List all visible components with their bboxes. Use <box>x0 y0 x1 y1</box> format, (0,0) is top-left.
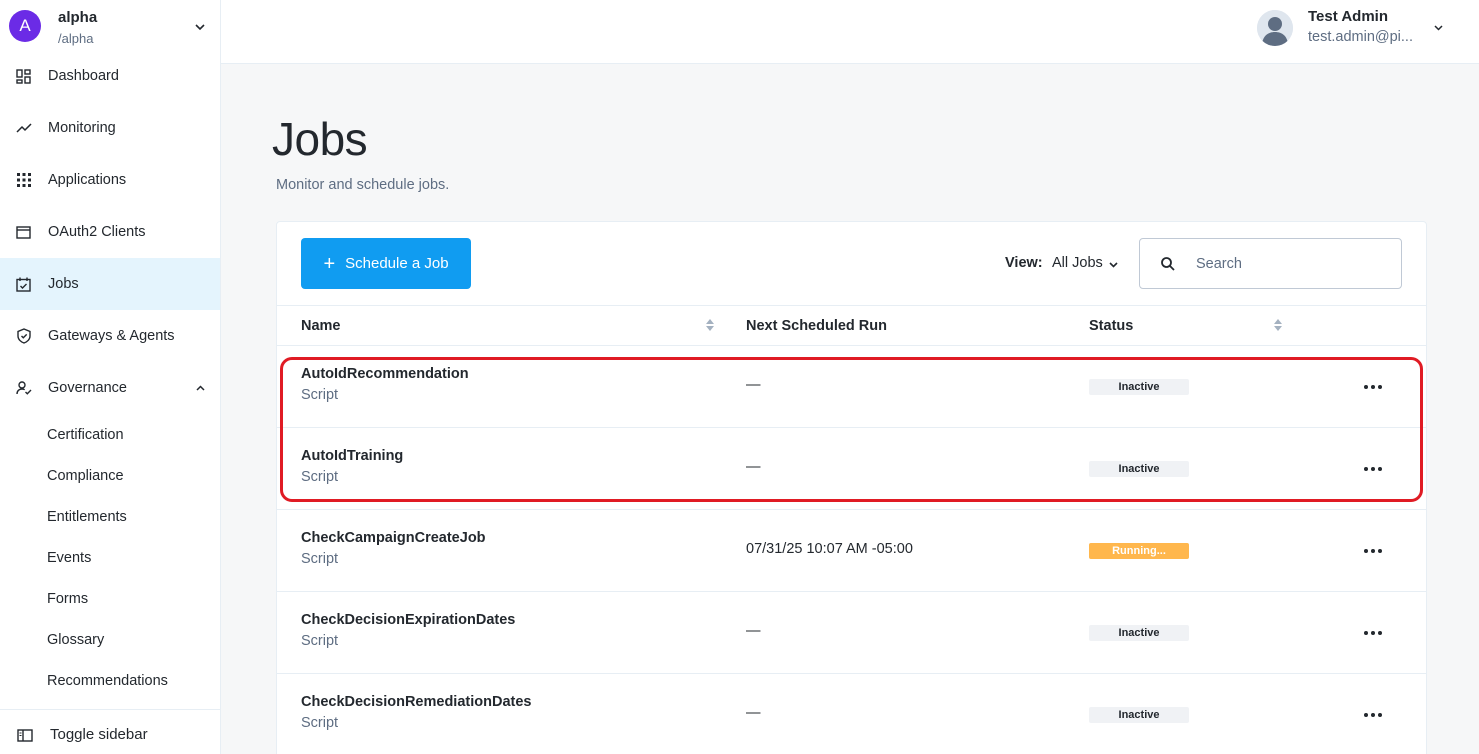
sidebar-item-label: OAuth2 Clients <box>48 224 146 240</box>
sort-icon[interactable] <box>1273 317 1283 333</box>
column-header-name[interactable]: Name <box>301 318 341 334</box>
job-name: CheckDecisionRemediationDates <box>301 694 532 710</box>
search-input[interactable] <box>1196 251 1386 277</box>
job-name: AutoIdRecommendation <box>301 366 469 382</box>
plus-icon: + <box>323 252 336 275</box>
schedule-job-label: Schedule a Job <box>345 255 449 272</box>
column-header-next-run: Next Scheduled Run <box>746 318 887 334</box>
sidebar-subitem-glossary[interactable]: Glossary <box>47 632 104 648</box>
sidebar-item-label: Jobs <box>48 276 79 292</box>
schedule-job-button[interactable]: + Schedule a Job <box>301 238 471 289</box>
status-badge: Inactive <box>1089 379 1189 395</box>
chevron-down-icon[interactable] <box>1432 21 1445 34</box>
chevron-down-icon[interactable] <box>1108 259 1119 270</box>
view-filter-label: View: <box>1005 255 1043 271</box>
sidebar: A alpha /alpha Dashboard Monitoring Appl… <box>0 0 221 754</box>
sidebar-panel-icon <box>16 727 33 744</box>
realm-path: /alpha <box>58 31 94 46</box>
more-actions-icon[interactable] <box>1363 377 1383 397</box>
table-row[interactable]: CheckDecisionExpirationDates Script — In… <box>277 592 1426 674</box>
more-actions-icon[interactable] <box>1363 623 1383 643</box>
chevron-up-icon <box>196 384 205 391</box>
realm-avatar: A <box>9 10 41 42</box>
next-scheduled-run: — <box>746 377 761 393</box>
user-name: Test Admin <box>1308 8 1389 25</box>
view-filter-dropdown[interactable]: All Jobs <box>1052 255 1103 271</box>
job-name: CheckDecisionExpirationDates <box>301 612 516 628</box>
page-subtitle: Monitor and schedule jobs. <box>276 177 450 193</box>
search-icon <box>1161 257 1175 271</box>
search-box[interactable] <box>1139 238 1402 289</box>
column-header-status[interactable]: Status <box>1089 318 1133 334</box>
job-name: CheckCampaignCreateJob <box>301 530 486 546</box>
status-badge: Inactive <box>1089 707 1189 723</box>
dashboard-icon <box>15 68 32 85</box>
job-type: Script <box>301 387 339 403</box>
next-scheduled-run: — <box>746 459 761 475</box>
sort-icon[interactable] <box>705 317 715 333</box>
sidebar-subitem-recommendations[interactable]: Recommendations <box>47 673 168 689</box>
sidebar-item-dashboard[interactable]: Dashboard <box>0 50 220 102</box>
sidebar-subitem-compliance[interactable]: Compliance <box>47 468 124 484</box>
status-badge: Inactive <box>1089 461 1189 477</box>
table-row[interactable]: CheckCampaignCreateJob Script 07/31/25 1… <box>277 510 1426 592</box>
user-avatar-icon <box>1257 10 1293 46</box>
table-row[interactable]: AutoIdRecommendation Script — Inactive <box>277 346 1426 428</box>
calendar-check-icon <box>15 276 32 293</box>
next-scheduled-run: — <box>746 705 761 721</box>
sidebar-item-jobs[interactable]: Jobs <box>0 258 220 310</box>
apps-grid-icon <box>15 172 32 189</box>
job-name: AutoIdTraining <box>301 448 404 464</box>
job-type: Script <box>301 633 339 649</box>
next-scheduled-run: 07/31/25 10:07 AM -05:00 <box>746 541 913 557</box>
next-scheduled-run: — <box>746 623 761 639</box>
chevron-down-icon <box>195 24 205 31</box>
more-actions-icon[interactable] <box>1363 705 1383 725</box>
sidebar-item-monitoring[interactable]: Monitoring <box>0 102 220 154</box>
jobs-card: + Schedule a Job View: All Jobs Name Nex… <box>276 221 1427 754</box>
more-actions-icon[interactable] <box>1363 459 1383 479</box>
sidebar-item-applications[interactable]: Applications <box>0 154 220 206</box>
table-header: Name Next Scheduled Run Status <box>277 305 1426 346</box>
person-check-icon <box>15 380 32 397</box>
table-row[interactable]: CheckDecisionRemediationDates Script — I… <box>277 674 1426 754</box>
sidebar-subitem-events[interactable]: Events <box>47 550 91 566</box>
user-avatar[interactable] <box>1257 10 1293 46</box>
window-icon <box>15 224 32 241</box>
sidebar-subitem-entitlements[interactable]: Entitlements <box>47 509 127 525</box>
more-actions-icon[interactable] <box>1363 541 1383 561</box>
status-badge: Inactive <box>1089 625 1189 641</box>
job-type: Script <box>301 551 339 567</box>
sidebar-item-label: Monitoring <box>48 120 116 136</box>
sidebar-item-gateways[interactable]: Gateways & Agents <box>0 310 220 362</box>
job-type: Script <box>301 469 339 485</box>
sidebar-item-oauth2-clients[interactable]: OAuth2 Clients <box>0 206 220 258</box>
trending-icon <box>15 120 32 137</box>
realm-name: alpha <box>58 9 98 26</box>
sidebar-subitem-forms[interactable]: Forms <box>47 591 88 607</box>
toggle-sidebar-button[interactable]: Toggle sidebar <box>0 709 220 754</box>
top-bar: Test Admin test.admin@pi... <box>221 0 1479 64</box>
sidebar-item-label: Gateways & Agents <box>48 328 175 344</box>
sidebar-subitem-certification[interactable]: Certification <box>47 427 124 443</box>
page-title: Jobs <box>272 113 368 165</box>
shield-check-icon <box>15 328 32 345</box>
table-row[interactable]: AutoIdTraining Script — Inactive <box>277 428 1426 510</box>
user-email: test.admin@pi... <box>1308 29 1413 45</box>
toggle-sidebar-label: Toggle sidebar <box>50 726 148 743</box>
job-type: Script <box>301 715 339 731</box>
sidebar-item-label: Dashboard <box>48 68 119 84</box>
sidebar-item-label: Governance <box>48 380 127 396</box>
sidebar-item-label: Applications <box>48 172 127 188</box>
realm-switcher[interactable]: A alpha /alpha <box>0 0 220 52</box>
sidebar-item-governance[interactable]: Governance <box>0 362 220 414</box>
status-badge: Running... <box>1089 543 1189 559</box>
